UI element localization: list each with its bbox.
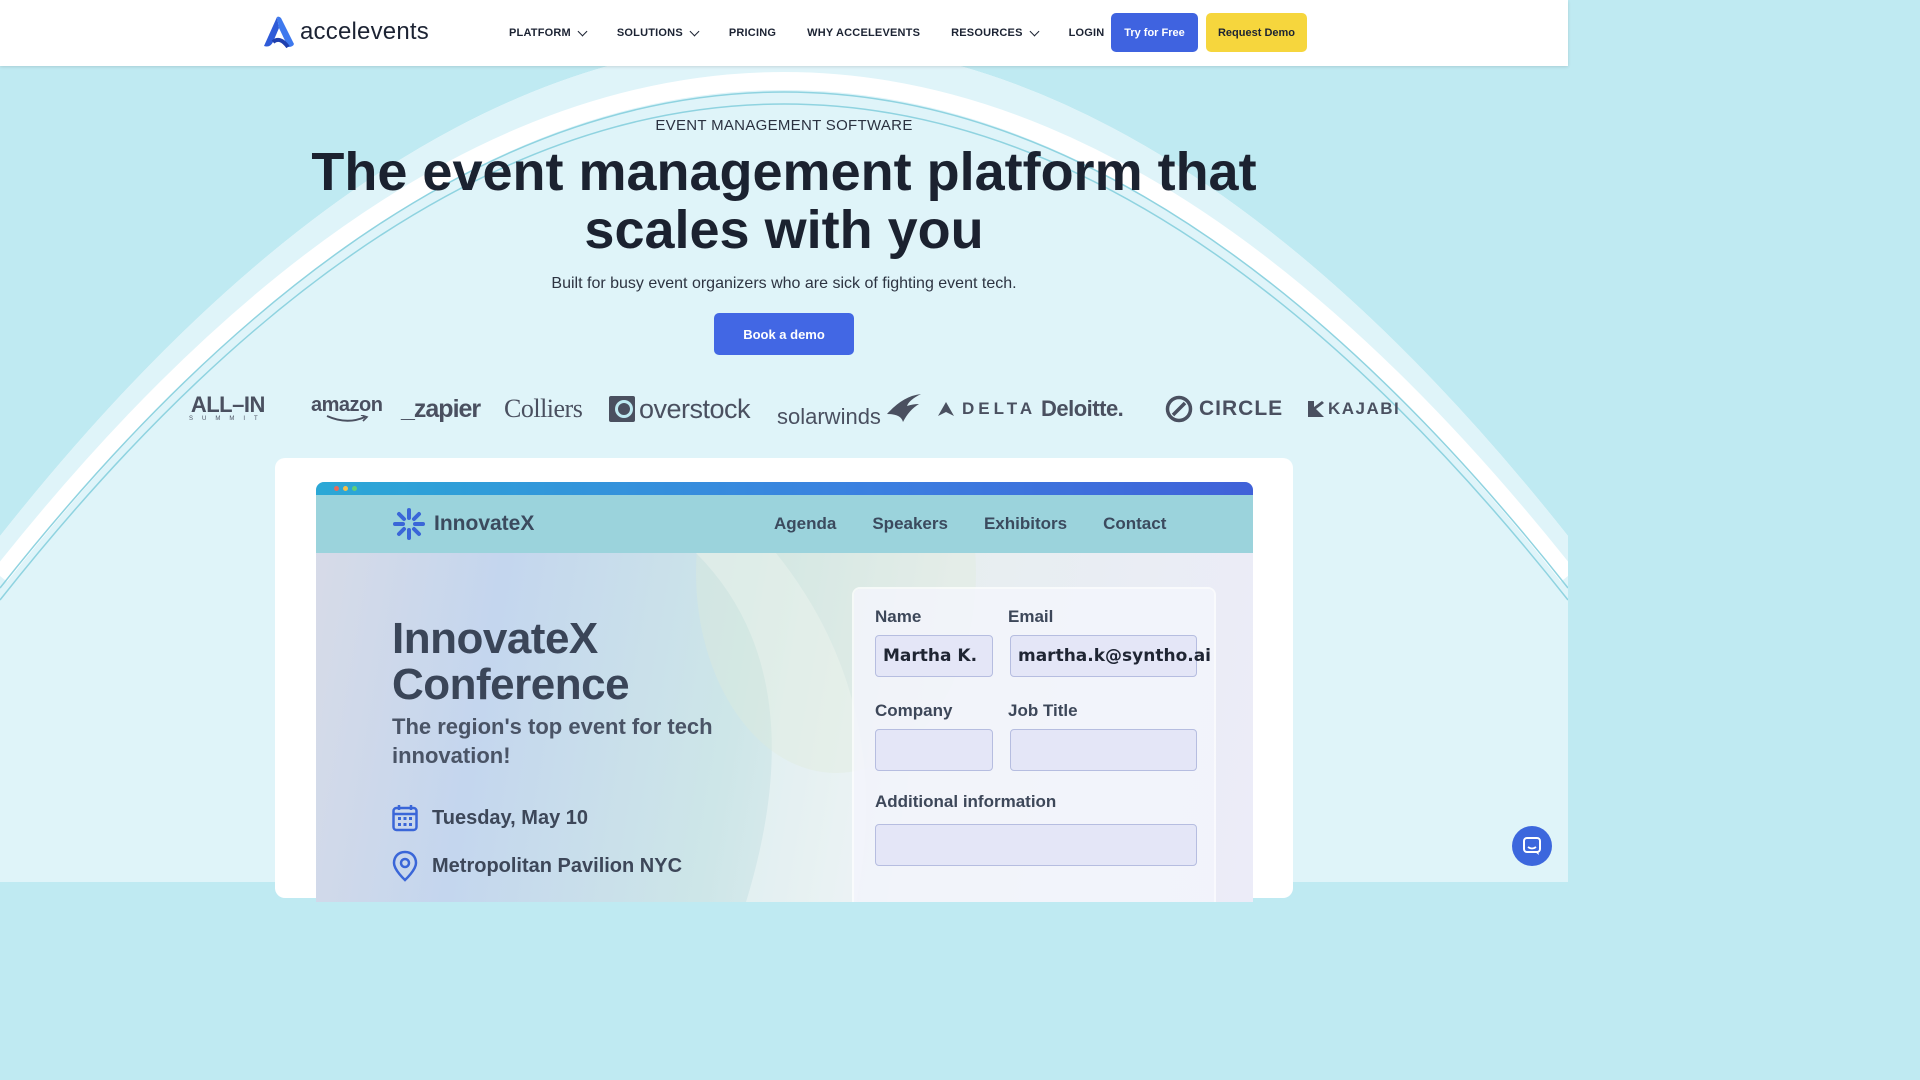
conference-title-line-2: Conference (392, 660, 630, 709)
accelevents-logo-icon (264, 16, 294, 49)
innovatex-site-name: InnovateX (434, 512, 535, 535)
chevron-down-icon (1029, 26, 1040, 36)
window-dot-yellow (343, 486, 348, 491)
hero-headline: The event management platform that scale… (0, 143, 1568, 259)
conference-title: InnovateX Conference (392, 614, 630, 709)
nav-solutions[interactable]: SOLUTIONS (616, 26, 700, 39)
headline-line-1: The event management platform that (311, 142, 1257, 202)
overstock-icon (609, 396, 635, 422)
nav-platform[interactable]: PLATFORM (509, 26, 588, 39)
logo-solarwinds: solarwinds (777, 386, 923, 432)
all-in-text: ALL–IN (190, 392, 266, 417)
event-site-nav: InnovateX Agenda Speakers Exhibitors Con… (316, 495, 1253, 553)
logo-colliers: Colliers (504, 394, 583, 423)
site-link-contact[interactable]: Contact (1103, 514, 1166, 534)
innovatex-logo-icon (393, 508, 425, 540)
amazon-text: amazon (311, 394, 383, 416)
calendar-icon (392, 805, 418, 832)
chevron-down-icon (577, 26, 588, 36)
overstock-text: overstock (639, 393, 751, 424)
job-title-field[interactable] (1010, 729, 1197, 771)
delta-triangle-icon (938, 402, 954, 416)
solarwinds-bird-icon (886, 394, 921, 422)
accelevents-logo[interactable]: accelevents (260, 14, 429, 50)
event-venue: Metropolitan Pavilion NYC (432, 854, 683, 877)
kajabi-k-icon (1308, 401, 1324, 417)
innovatex-logo[interactable]: InnovateX (392, 507, 534, 541)
nav-label: SOLUTIONS (616, 27, 683, 39)
book-a-demo-button[interactable]: Book a demo (714, 313, 854, 355)
company-label: Company (875, 701, 953, 720)
nav-label: RESOURCES (951, 27, 1023, 39)
name-field[interactable]: Martha K. (875, 635, 993, 677)
event-venue-row: Metropolitan Pavilion NYC (392, 850, 682, 882)
main-menu: PLATFORM SOLUTIONS PRICING WHY ACCELEVEN… (509, 0, 1135, 66)
event-date: Tuesday, May 10 (432, 806, 588, 829)
nav-pricing[interactable]: PRICING (729, 27, 776, 39)
logo-deloitte: Deloitte. (1041, 396, 1124, 421)
event-date-row: Tuesday, May 10 (392, 804, 588, 832)
kajabi-text: KAJABI (1328, 399, 1401, 418)
conference-title-line-1: InnovateX (392, 614, 598, 663)
chat-icon (1523, 837, 1541, 855)
chevron-down-icon (689, 26, 700, 36)
nav-label: PRICING (728, 27, 777, 39)
logo-kajabi: KAJABI (1308, 386, 1400, 432)
logo-circle: CIRCLE (1165, 386, 1283, 432)
chat-launcher-button[interactable] (1512, 826, 1552, 866)
conference-subtitle: The region's top event for tech innovati… (392, 714, 713, 768)
headline-line-2: scales with you (584, 200, 984, 260)
nav-resources[interactable]: RESOURCES (951, 26, 1040, 39)
customer-logos-row: ALL–IN SUMMIT amazon _zapier Colliers ov… (0, 386, 1568, 432)
logo-delta: DELTA (938, 386, 1036, 432)
email-label: Email (1008, 607, 1054, 626)
nav-label: PLATFORM (509, 27, 571, 39)
request-demo-button[interactable]: Request Demo (1206, 13, 1307, 52)
logo-amazon: amazon (311, 386, 383, 432)
additional-info-label: Additional information (875, 792, 1057, 811)
logo-overstock: overstock (609, 386, 751, 432)
browser-top-bar (316, 482, 1253, 495)
nav-label: WHY ACCELEVENTS (807, 27, 921, 39)
nav-label: LOGIN (1068, 27, 1105, 39)
nav-login[interactable]: LOGIN (1069, 27, 1105, 39)
site-link-agenda[interactable]: Agenda (774, 514, 836, 534)
site-link-speakers[interactable]: Speakers (872, 514, 948, 534)
additional-info-field[interactable] (875, 824, 1197, 866)
try-for-free-button[interactable]: Try for Free (1111, 13, 1198, 52)
email-field[interactable]: martha.k@syntho.ai (1010, 635, 1211, 677)
delta-text: DELTA (962, 399, 1037, 418)
hero-eyebrow: EVENT MANAGEMENT SOFTWARE (655, 117, 913, 134)
logo-text: accelevents (300, 18, 429, 45)
registration-form: Name Martha K. Email martha.k@syntho.ai … (854, 589, 1214, 902)
window-dot-red (334, 486, 339, 491)
window-dot-green (352, 486, 357, 491)
company-field[interactable] (875, 729, 993, 771)
logo-all-in-summit: ALL–IN SUMMIT (189, 386, 267, 432)
event-site-preview: InnovateX Agenda Speakers Exhibitors Con… (316, 482, 1253, 902)
logo-zapier: _zapier (401, 394, 481, 423)
hero-subtitle: Built for busy event organizers who are … (551, 275, 1017, 292)
event-site-links: Agenda Speakers Exhibitors Contact (774, 495, 1166, 553)
solarwinds-text: solarwinds (777, 404, 881, 429)
circle-logo-icon (1165, 395, 1193, 423)
name-label: Name (875, 607, 922, 626)
site-link-exhibitors[interactable]: Exhibitors (984, 514, 1067, 534)
nav-why-accelevents[interactable]: WHY ACCELEVENTS (807, 27, 920, 39)
location-pin-icon (392, 850, 418, 882)
circle-text: CIRCLE (1199, 397, 1284, 420)
job-title-label: Job Title (1008, 701, 1078, 720)
all-in-sub-text: SUMMIT (189, 416, 267, 422)
amazon-smile-icon (326, 415, 369, 422)
top-navigation-bar: accelevents PLATFORM SOLUTIONS PRICING W… (0, 0, 1568, 66)
